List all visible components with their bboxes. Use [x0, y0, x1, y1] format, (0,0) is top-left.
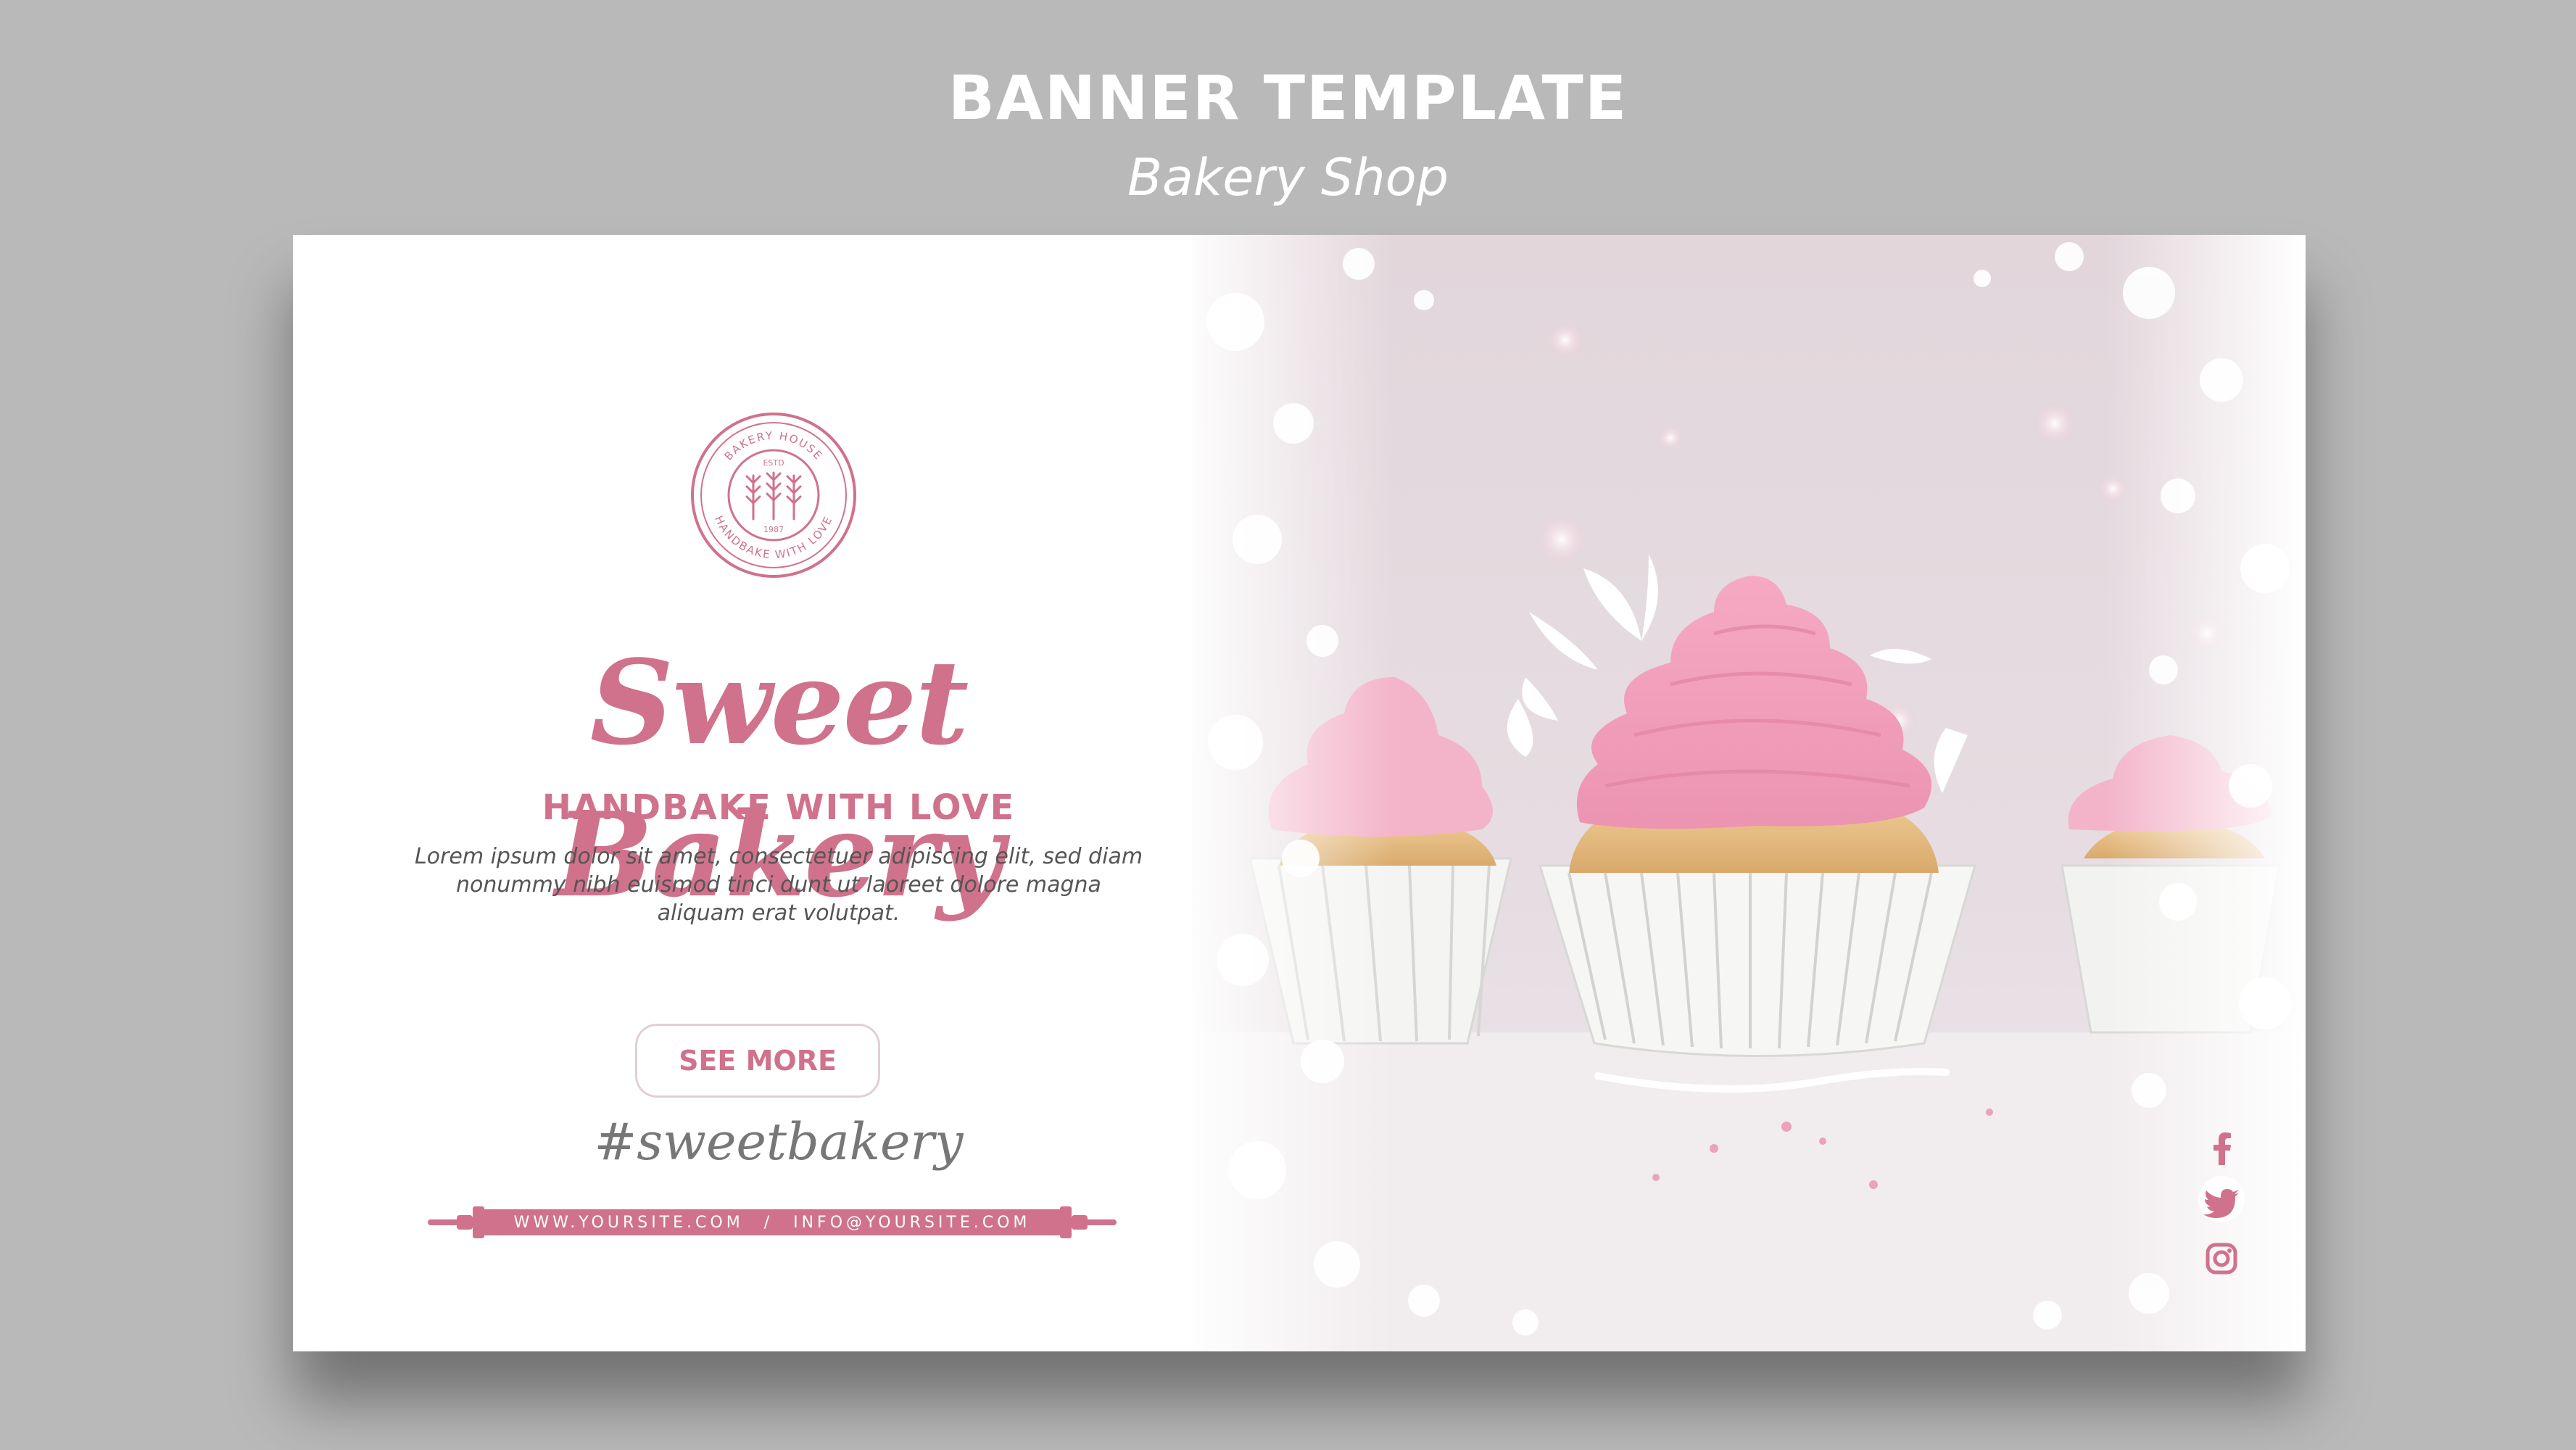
page-title: BANNER TEMPLATE — [948, 62, 1628, 133]
social-links — [2200, 1127, 2258, 1292]
hashtag: #sweetbakery — [594, 1112, 964, 1172]
instagram-icon[interactable] — [2200, 1237, 2243, 1280]
see-more-button[interactable]: SEE MORE — [635, 1024, 880, 1098]
contact-rolling-pin: WWW.YOURSITE.COM / INFO@YOURSITE.COM — [428, 1202, 1117, 1243]
twitter-icon[interactable] — [2200, 1182, 2243, 1225]
page-heading: BANNER TEMPLATE Bakery Shop — [0, 58, 2576, 218]
bakery-logo: BAKERY HOUSE HANDBAKE WITH LOVE ESTD 198… — [689, 410, 858, 580]
contact-separator: / — [763, 1213, 774, 1232]
banner-left-panel: BAKERY HOUSE HANDBAKE WITH LOVE ESTD 198… — [293, 235, 1192, 1351]
tagline: HANDBAKE WITH LOVE — [542, 787, 1016, 828]
page-subtitle: Bakery Shop — [1127, 148, 1449, 207]
banner: BAKERY HOUSE HANDBAKE WITH LOVE ESTD 198… — [293, 235, 2306, 1351]
contact-line: WWW.YOURSITE.COM / INFO@YOURSITE.COM — [479, 1208, 1066, 1237]
logo-year: 1987 — [763, 525, 784, 534]
facebook-icon[interactable] — [2200, 1127, 2243, 1170]
body-text: Lorem ipsum dolor sit amet, consectetuer… — [414, 844, 1143, 926]
wheat-logo-icon: BAKERY HOUSE HANDBAKE WITH LOVE ESTD 198… — [691, 413, 856, 578]
email-link[interactable]: INFO@YOURSITE.COM — [793, 1214, 1030, 1232]
website-link[interactable]: WWW.YOURSITE.COM — [514, 1214, 744, 1232]
logo-estd: ESTD — [763, 458, 784, 468]
